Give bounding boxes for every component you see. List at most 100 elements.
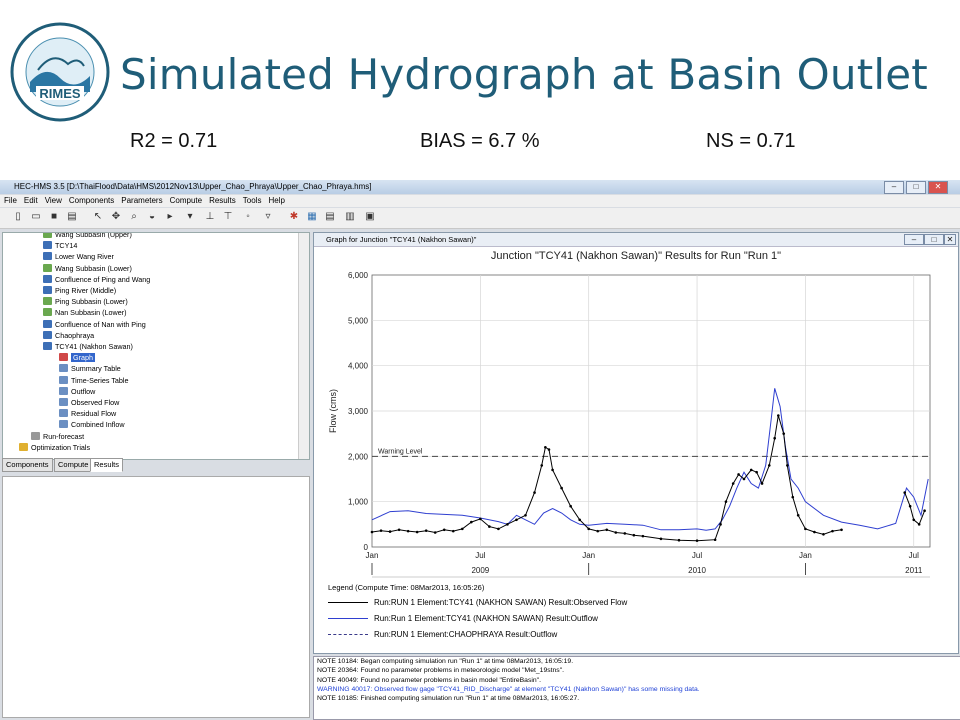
- tree-subitem[interactable]: Outflow: [59, 386, 95, 397]
- observed-point: [397, 528, 401, 532]
- year-label: 2009: [471, 566, 489, 575]
- summary-table-icon[interactable]: ▤: [324, 211, 336, 223]
- menu-results[interactable]: Results: [209, 196, 236, 205]
- slide-title: Simulated Hydrograph at Basin Outlet: [120, 50, 928, 99]
- observed-point: [442, 528, 446, 532]
- tree-item-run-forecast[interactable]: Run-forecast: [31, 431, 84, 442]
- menu-help[interactable]: Help: [268, 196, 284, 205]
- tree-item-optimization-trials[interactable]: Optimization Trials: [19, 442, 90, 453]
- diversion-tool-icon[interactable]: ⊤: [222, 211, 234, 223]
- tree-item[interactable]: Chaophraya: [43, 330, 94, 341]
- tree-item-label: Optimization Trials: [31, 442, 91, 452]
- tree-item-label: Ping Subbasin (Lower): [55, 297, 128, 307]
- observed-point: [917, 523, 921, 526]
- tree-scrollbar[interactable]: [298, 233, 309, 459]
- reservoir-tool-icon[interactable]: ▾: [184, 211, 196, 223]
- save-icon[interactable]: ■: [48, 211, 60, 223]
- junction-tool-icon[interactable]: ⊥: [204, 211, 216, 223]
- observed-point: [713, 538, 717, 542]
- tree-item[interactable]: Ping Subbasin (Lower): [43, 296, 128, 307]
- menu-parameters[interactable]: Parameters: [121, 196, 162, 205]
- source-tool-icon[interactable]: ◦: [242, 211, 254, 223]
- observed-point: [415, 530, 419, 534]
- observed-point: [587, 527, 590, 531]
- compute-icon[interactable]: ✱: [288, 211, 300, 223]
- tree-item[interactable]: Lower Wang River: [43, 251, 114, 262]
- tree-subitem[interactable]: Combined Inflow: [59, 419, 125, 430]
- print-icon[interactable]: ▤: [66, 211, 78, 223]
- observed-point: [831, 529, 834, 533]
- menu-file[interactable]: File: [4, 196, 17, 205]
- menu-edit[interactable]: Edit: [24, 196, 38, 205]
- close-button[interactable]: ✕: [928, 181, 948, 194]
- log-line: NOTE 20364: Found no parameter problems …: [317, 667, 564, 675]
- table-icon: [59, 375, 68, 384]
- y-tick-label: 5,000: [348, 316, 369, 325]
- minimize-button[interactable]: –: [884, 181, 904, 194]
- y-tick-label: 4,000: [348, 362, 369, 371]
- tree-subitem[interactable]: Graph: [59, 352, 95, 363]
- tab-components[interactable]: Components: [2, 458, 53, 472]
- year-label: 2010: [688, 566, 706, 575]
- observed-point: [379, 529, 383, 532]
- legend-chaophraya-label: Run:RUN 1 Element:CHAOPHRAYA Result:Outf…: [374, 630, 558, 639]
- report-icon[interactable]: ▣: [364, 211, 376, 223]
- tree-item[interactable]: Wang Subbasin (Upper): [43, 233, 132, 240]
- new-icon[interactable]: ▯: [12, 211, 24, 223]
- menu-compute[interactable]: Compute: [170, 196, 202, 205]
- tree-item[interactable]: Nan Subbasin (Lower): [43, 307, 127, 318]
- hydrograph-chart: 01,0002,0003,0004,0005,0006,000Jan Jul Jan…: [328, 271, 931, 578]
- sink-tool-icon[interactable]: ▿: [262, 211, 274, 223]
- window-titlebar: HEC-HMS 3.5 [D:\ThaiFlood\Data\HMS\2012N…: [0, 180, 960, 194]
- legend-outflow: Run:Run 1 Element:TCY41 (NAKHON SAWAN) R…: [328, 613, 598, 625]
- tree-item[interactable]: TCY14: [43, 240, 77, 251]
- tree-subitem[interactable]: Residual Flow: [59, 408, 116, 419]
- tree-item-label: Run-forecast: [43, 431, 85, 441]
- warning-level-label: Warning Level: [378, 448, 423, 455]
- tree-item[interactable]: TCY41 (Nakhon Sawan): [43, 341, 133, 352]
- observed-point: [560, 486, 563, 490]
- maximize-button[interactable]: □: [906, 181, 926, 194]
- menu-bar: File Edit View Components Parameters Compute R…: [0, 195, 960, 207]
- legend-observed-flow: Run:RUN 1 Element:TCY41 (NAKHON SAWAN) R…: [328, 597, 627, 609]
- explorer-tabs: Components Compute Results: [2, 458, 308, 472]
- open-icon[interactable]: ▭: [30, 211, 42, 223]
- observed-point: [479, 517, 482, 521]
- reach-tool-icon[interactable]: ▸: [164, 211, 176, 223]
- subbasin-tool-icon[interactable]: ◒: [146, 211, 158, 223]
- tree-subitem[interactable]: Summary Table: [59, 363, 121, 374]
- tree-item[interactable]: Ping River (Middle): [43, 285, 116, 296]
- observed-point: [470, 520, 473, 524]
- menu-view[interactable]: View: [45, 196, 62, 205]
- tab-results[interactable]: Results: [90, 458, 124, 472]
- menu-tools[interactable]: Tools: [243, 196, 262, 205]
- observed-point: [424, 529, 428, 532]
- tree-item-label: Nan Subbasin (Lower): [55, 308, 127, 318]
- menu-components[interactable]: Components: [69, 196, 114, 205]
- x-tick-label: Jan: [366, 551, 379, 560]
- junction-icon: [43, 241, 52, 250]
- tree-subitem[interactable]: Observed Flow: [59, 397, 119, 408]
- observed-point: [791, 495, 795, 499]
- tree-subitem[interactable]: Time-Series Table: [59, 375, 129, 386]
- time-series-icon[interactable]: ▥: [344, 211, 356, 223]
- graph-icon[interactable]: ▦: [306, 211, 318, 223]
- move-icon[interactable]: ✥: [110, 211, 122, 223]
- tab-compute[interactable]: Compute: [54, 458, 93, 472]
- tree-item[interactable]: Wang Subbasin (Lower): [43, 263, 132, 274]
- observed-point: [782, 432, 786, 435]
- tree-item[interactable]: Confluence of Ping and Wang: [43, 274, 150, 285]
- zoom-icon[interactable]: ⌕: [128, 211, 140, 223]
- junction-icon: [43, 342, 52, 350]
- tree-item-label: Confluence of Ping and Wang: [55, 274, 151, 284]
- observed-point: [786, 464, 789, 467]
- subbasin-icon: [43, 233, 52, 238]
- hec-hms-window: HEC-HMS 3.5 [D:\ThaiFlood\Data\HMS\2012N…: [0, 180, 960, 720]
- tree-item-label: Wang Subbasin (Lower): [55, 263, 132, 273]
- observed-point: [840, 528, 843, 532]
- tree-item-label: TCY41 (Nakhon Sawan): [55, 342, 133, 351]
- arrow-icon[interactable]: ↖: [92, 211, 104, 223]
- tree-item[interactable]: Confluence of Nan with Ping: [43, 319, 146, 330]
- observed-point: [822, 533, 825, 536]
- rimes-logo: RIMES: [10, 22, 110, 122]
